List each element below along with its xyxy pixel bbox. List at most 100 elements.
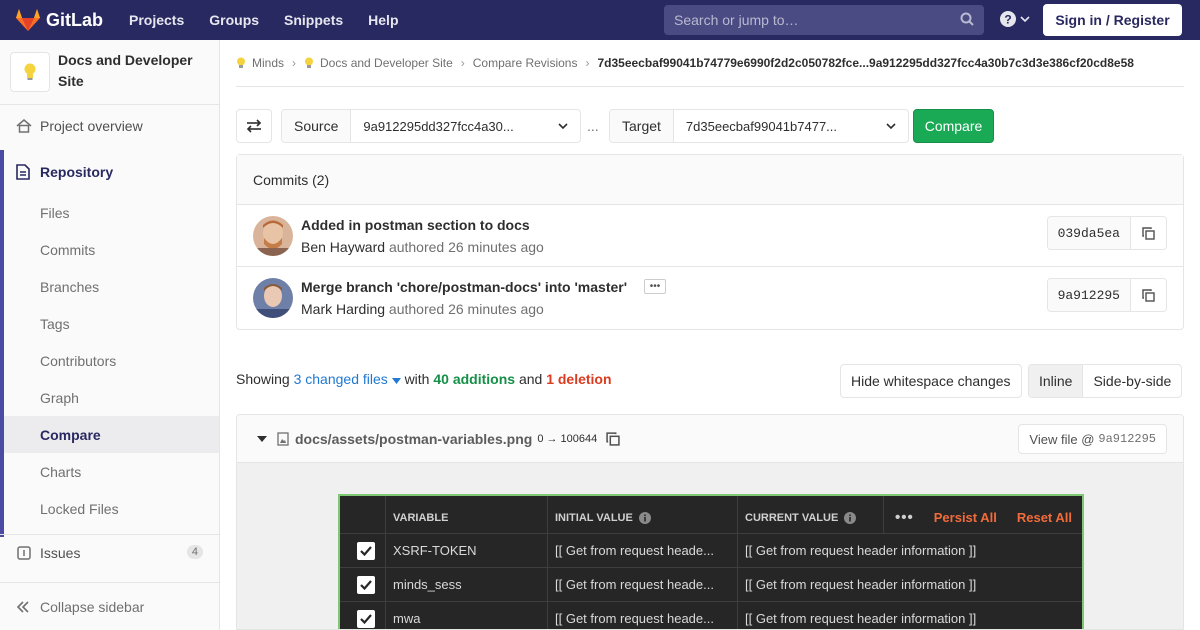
- source-value: 9a912295dd327fcc4a30...: [363, 118, 514, 134]
- sidebar-item-locked-files[interactable]: Locked Files: [4, 490, 219, 527]
- commit-meta: Ben Hayward authored 26 minutes ago: [301, 239, 544, 255]
- nav-groups[interactable]: Groups: [209, 12, 259, 28]
- source-label: Source: [282, 110, 352, 142]
- chevron-down-icon: [886, 123, 896, 130]
- svg-text:?: ?: [1004, 13, 1011, 27]
- breadcrumb-section[interactable]: Compare Revisions ›: [473, 56, 598, 70]
- collapse-sidebar-label: Collapse sidebar: [40, 598, 145, 615]
- copy-sha-button[interactable]: [1130, 217, 1166, 249]
- issues-icon: [17, 546, 31, 560]
- checkbox-icon: [357, 609, 375, 628]
- nav-projects[interactable]: Projects: [129, 12, 184, 28]
- commit-author[interactable]: Ben Hayward: [301, 239, 385, 255]
- double-chevron-left-icon: [16, 600, 29, 613]
- collapse-sidebar-button[interactable]: Collapse sidebar: [0, 582, 219, 630]
- project-avatar: [10, 52, 50, 92]
- commit-sha-group: 039da5ea: [1046, 216, 1167, 250]
- nav-help[interactable]: Help: [368, 12, 398, 28]
- copy-sha-button[interactable]: [1130, 279, 1166, 311]
- lightbulb-icon: [305, 57, 314, 68]
- breadcrumb-group[interactable]: Minds ›: [236, 56, 304, 70]
- file-path[interactable]: docs/assets/postman-variables.png: [295, 431, 532, 447]
- sidebar-item-tags[interactable]: Tags: [4, 305, 219, 342]
- sidebar-item-compare[interactable]: Compare: [4, 416, 219, 453]
- current-value: [[ Get from request header information ]…: [745, 543, 977, 558]
- view-file-label: View file @: [1029, 431, 1095, 447]
- commit-title[interactable]: Added in postman section to docs: [301, 217, 530, 233]
- gitlab-logo[interactable]: GitLab: [16, 9, 103, 31]
- variable-name: minds_sess: [386, 568, 548, 601]
- collapse-caret-icon[interactable]: [257, 435, 267, 443]
- sidebar-item-issues[interactable]: Issues 4: [0, 534, 219, 571]
- issues-count-badge: 4: [186, 545, 203, 559]
- breadcrumb-project[interactable]: Docs and Developer Site ›: [304, 56, 473, 70]
- sidebar-item-overview[interactable]: Project overview: [0, 107, 219, 144]
- commit-row: Added in postman section to docs Ben Hay…: [237, 205, 1183, 267]
- commit-author[interactable]: Mark Harding: [301, 301, 385, 317]
- additions-count: 40 additions: [433, 371, 516, 387]
- postman-row: XSRF-TOKEN [[ Get from request heade... …: [340, 534, 1082, 568]
- initial-value: [[ Get from request heade...: [548, 534, 738, 567]
- commits-header: Commits (2): [237, 155, 1183, 205]
- swap-revisions-button[interactable]: [236, 109, 272, 143]
- repository-icon: [16, 164, 30, 180]
- sign-in-button[interactable]: Sign in / Register: [1043, 4, 1182, 36]
- search-icon: [960, 12, 974, 26]
- commit-sha[interactable]: 9a912295: [1047, 279, 1130, 311]
- header-label: INITIAL VALUE: [555, 511, 633, 524]
- commit-title[interactable]: Merge branch 'chore/postman-docs' into '…: [301, 279, 627, 295]
- info-icon: [844, 511, 857, 524]
- help-dropdown[interactable]: ?: [1000, 11, 1030, 27]
- inline-view-button[interactable]: Inline: [1029, 365, 1084, 397]
- commit-sha[interactable]: 039da5ea: [1047, 217, 1130, 249]
- diff-stats: Showing 3 changed files with 40 addition…: [236, 371, 612, 387]
- current-value: [[ Get from request header information ]…: [745, 577, 977, 592]
- lightbulb-icon: [24, 63, 36, 80]
- copy-icon[interactable]: [606, 431, 620, 446]
- sidebar-item-label: Issues: [40, 545, 81, 561]
- hide-whitespace-button[interactable]: Hide whitespace changes: [840, 364, 1022, 398]
- sidebar-item-files[interactable]: Files: [4, 194, 219, 231]
- expand-commit-message-button[interactable]: •••: [644, 279, 666, 294]
- initial-value: [[ Get from request heade...: [548, 568, 738, 601]
- header-actions: ••• Persist All Reset All: [884, 496, 1082, 533]
- compare-form: Source 9a912295dd327fcc4a30... ... Targe…: [236, 109, 1184, 143]
- target-value: 7d35eecbaf99041b7477...: [685, 118, 838, 134]
- compare-button[interactable]: Compare: [913, 109, 994, 143]
- source-ref-selector[interactable]: Source 9a912295dd327fcc4a30...: [281, 109, 581, 143]
- source-dropdown[interactable]: 9a912295dd327fcc4a30...: [351, 110, 580, 142]
- sidebar-item-branches[interactable]: Branches: [4, 268, 219, 305]
- avatar[interactable]: [253, 278, 293, 318]
- swap-icon: [246, 119, 262, 133]
- sidebar-item-repository[interactable]: Repository: [4, 150, 219, 194]
- initial-value: [[ Get from request heade...: [548, 602, 738, 629]
- header-current-value: CURRENT VALUE: [738, 496, 884, 533]
- project-name: Docs and Developer Site: [58, 52, 193, 89]
- target-ref-selector[interactable]: Target 7d35eecbaf99041b7477...: [609, 109, 909, 143]
- side-by-side-view-button[interactable]: Side-by-side: [1083, 365, 1181, 397]
- checkbox-icon: [357, 575, 375, 594]
- sidebar-item-commits[interactable]: Commits: [4, 231, 219, 268]
- info-icon: [638, 511, 651, 524]
- view-file-button[interactable]: View file @ 9a912295: [1018, 424, 1167, 454]
- more-options-icon: •••: [895, 509, 914, 526]
- changed-files-dropdown[interactable]: 3 changed files: [294, 371, 405, 387]
- avatar[interactable]: [253, 216, 293, 256]
- sidebar-item-contributors[interactable]: Contributors: [4, 342, 219, 379]
- target-label: Target: [610, 110, 674, 142]
- search-input[interactable]: Search or jump to…: [664, 5, 984, 35]
- breadcrumb-label: Minds: [252, 56, 285, 70]
- project-header[interactable]: Docs and Developer Site: [0, 40, 219, 105]
- sidebar-item-charts[interactable]: Charts: [4, 453, 219, 490]
- changed-files-label: 3 changed files: [293, 371, 388, 387]
- variable-name: mwa: [386, 602, 548, 629]
- brand-name: GitLab: [46, 9, 103, 30]
- image-file-icon: [277, 431, 289, 446]
- sidebar-item-graph[interactable]: Graph: [4, 379, 219, 416]
- reset-all-link: Reset All: [1016, 510, 1072, 525]
- nav-snippets[interactable]: Snippets: [284, 12, 343, 28]
- header-initial-value: INITIAL VALUE: [548, 496, 738, 533]
- breadcrumb-current[interactable]: 7d35eecbaf99041b74779e6990f2d2c050782fce…: [597, 56, 1133, 70]
- commits-panel: Commits (2) Added in postman section to …: [236, 154, 1184, 330]
- target-dropdown[interactable]: 7d35eecbaf99041b7477...: [674, 110, 908, 142]
